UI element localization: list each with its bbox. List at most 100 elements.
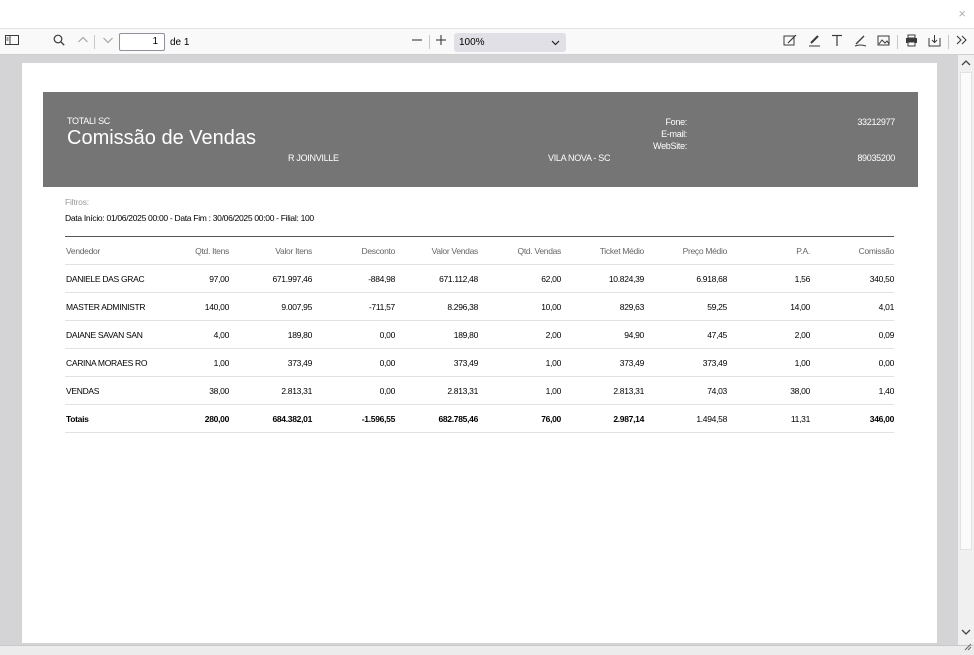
cep-value: 89035200 [857, 153, 895, 163]
table-cell: -711,57 [312, 292, 395, 321]
company-city: VILA NOVA - SC [548, 153, 611, 163]
table-cell: 94,90 [561, 320, 644, 349]
scroll-down-icon[interactable] [961, 627, 971, 640]
filters-text: Data Início: 01/06/2025 00:00 - Data Fim… [65, 213, 314, 223]
search-icon[interactable] [53, 34, 65, 50]
zoom-in-button[interactable] [435, 34, 447, 50]
table-cell: VENDAS [65, 376, 155, 405]
table-row: DAIANE SAVAN SAN 4,00 189,80 0,00 189,80… [65, 320, 894, 349]
table-cell: 2.987,14 [561, 404, 644, 433]
highlight-icon[interactable] [808, 34, 821, 51]
table-cell: 2.813,31 [561, 376, 644, 405]
table-cell: 373,49 [644, 348, 727, 377]
page-number-input[interactable]: 1 [119, 33, 165, 51]
table-cell: CARINA MORAES RO [65, 348, 155, 377]
totals-row: Totais 280,00 684.382,01 -1.596,55 682.7… [65, 404, 894, 433]
zoom-select[interactable]: 100% [454, 33, 566, 52]
column-header: Qtd. Itens [155, 236, 229, 265]
table-cell: 346,00 [810, 404, 894, 433]
table-cell: 1,00 [478, 376, 561, 405]
company-name: TOTALI SC [67, 116, 110, 126]
chevron-down-icon [103, 37, 113, 44]
filters-label: Filtros: [65, 197, 89, 207]
table-cell: 59,25 [644, 292, 727, 321]
save-icon[interactable] [928, 34, 941, 51]
table-cell: 10,00 [478, 292, 561, 321]
table-cell: 280,00 [155, 404, 229, 433]
table-cell: MASTER ADMINISTR [65, 292, 155, 321]
next-page-button[interactable] [102, 34, 114, 50]
column-header: Qtd. Vendas [478, 236, 561, 265]
toolbar-separator [897, 35, 898, 49]
table-cell: 74,03 [644, 376, 727, 405]
table-cell: 2,00 [727, 320, 810, 349]
scrollbar-thumb[interactable] [960, 72, 972, 550]
table-cell: 2.813,31 [229, 376, 312, 405]
report-title: Comissão de Vendas [67, 127, 257, 149]
column-header: Valor Itens [229, 236, 312, 265]
column-header: Preço Médio [644, 236, 727, 265]
print-icon[interactable] [905, 34, 918, 51]
email-label: E-mail: [661, 129, 687, 139]
table-cell: -1.596,55 [312, 404, 395, 433]
table-cell: 1,56 [727, 264, 810, 293]
table-cell: 0,00 [312, 376, 395, 405]
table-cell: 0,00 [312, 320, 395, 349]
close-icon[interactable]: × [958, 7, 966, 20]
table-cell: 373,49 [395, 348, 478, 377]
pdf-page: TOTALI SC Comissão de Vendas R JOINVILLE… [22, 63, 937, 643]
table-cell: -884,98 [312, 264, 395, 293]
table-cell: 10.824,39 [561, 264, 644, 293]
column-header: Desconto [312, 236, 395, 265]
table-cell: 1,00 [727, 348, 810, 377]
draw-icon[interactable] [854, 34, 867, 51]
column-header: Vendedor [65, 236, 155, 265]
more-tools-icon[interactable] [956, 34, 968, 50]
table-cell: 684.382,01 [229, 404, 312, 433]
totals-label: Totais [65, 404, 155, 433]
table-cell: 0,09 [810, 320, 894, 349]
table-cell: 373,49 [229, 348, 312, 377]
sidebar-toggle-icon[interactable] [5, 34, 19, 50]
text-icon[interactable] [831, 34, 843, 51]
table-cell: 1,00 [155, 348, 229, 377]
zoom-value: 100% [459, 37, 485, 48]
table-header-row: Vendedor Qtd. Itens Valor Itens Desconto… [65, 236, 894, 265]
table-cell: 829,63 [561, 292, 644, 321]
website-label: WebSite: [653, 141, 687, 151]
scroll-up-icon[interactable] [961, 58, 971, 71]
table-cell: 14,00 [727, 292, 810, 321]
column-header: Valor Vendas [395, 236, 478, 265]
column-header: P.A. [727, 236, 810, 265]
toolbar-separator [429, 35, 430, 49]
resize-grip-icon[interactable] [964, 643, 972, 653]
table-row: VENDAS 38,00 2.813,31 0,00 2.813,31 1,00… [65, 376, 894, 405]
table-cell: 38,00 [727, 376, 810, 405]
page-total-label: de 1 [170, 37, 190, 48]
table-cell: 340,50 [810, 264, 894, 293]
table-cell: 1,00 [478, 348, 561, 377]
edit-page-icon[interactable] [783, 34, 797, 51]
table-cell: DANIELE DAS GRAC [65, 264, 155, 293]
zoom-out-button[interactable] [411, 34, 423, 50]
table-cell: 0,00 [312, 348, 395, 377]
table-cell: 1.494,58 [644, 404, 727, 433]
table-cell: 0,00 [810, 348, 894, 377]
table-cell: 97,00 [155, 264, 229, 293]
table-cell: 8.296,38 [395, 292, 478, 321]
chevron-up-icon [78, 36, 88, 43]
table-cell: 4,00 [155, 320, 229, 349]
table-cell: 189,80 [229, 320, 312, 349]
column-header: Comissão [810, 236, 894, 265]
commission-table: Vendedor Qtd. Itens Valor Itens Desconto… [65, 236, 894, 433]
table-cell: 2.813,31 [395, 376, 478, 405]
image-icon[interactable] [877, 34, 890, 51]
phone-value: 33212977 [857, 117, 895, 127]
table-cell: 4,01 [810, 292, 894, 321]
table-cell: 9.007,95 [229, 292, 312, 321]
toolbar-separator [948, 35, 949, 49]
table-cell: 671.997,46 [229, 264, 312, 293]
previous-page-button[interactable] [77, 34, 89, 50]
table-cell: 47,45 [644, 320, 727, 349]
zoom-out-icon [412, 39, 422, 41]
